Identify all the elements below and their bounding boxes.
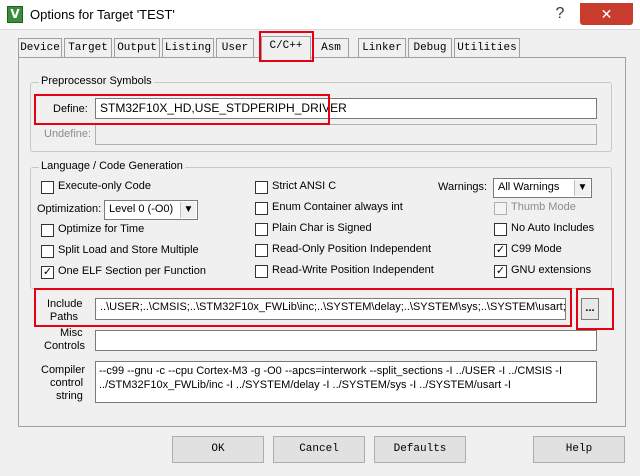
keil-app-icon: V [7, 6, 23, 23]
preprocessor-group-title: Preprocessor Symbols [39, 75, 154, 87]
enum-container-label: Enum Container always int [272, 201, 403, 213]
optimization-value: Level 0 (-O0) [109, 203, 174, 215]
include-paths-input[interactable]: ..\USER;..\CMSIS;..\STM32F10x_FWLib\inc;… [95, 298, 566, 320]
c99-mode-checkbox[interactable]: ✓ [494, 244, 507, 257]
tab-device[interactable]: Device [18, 38, 62, 58]
compiler-label-line2: control [50, 377, 84, 389]
optimize-time-label: Optimize for Time [58, 223, 145, 235]
gnu-extensions-label: GNU extensions [511, 264, 592, 276]
execute-only-label: Execute-only Code [58, 180, 151, 192]
misc-controls-input[interactable] [95, 330, 597, 351]
strict-ansi-label: Strict ANSI C [272, 180, 337, 192]
include-paths-label-line2: Paths [49, 311, 79, 323]
include-paths-label-line1: Include [47, 298, 83, 310]
tab-target[interactable]: Target [64, 38, 112, 58]
tab-linker[interactable]: Linker [358, 38, 406, 58]
tab-c-cpp[interactable]: C/C++ [261, 36, 311, 60]
one-elf-label: One ELF Section per Function [58, 265, 206, 277]
warnings-label: Warnings: [438, 181, 488, 193]
help-button[interactable]: Help [533, 436, 625, 463]
tab-strip: Device Target Output Listing User C/C++ … [18, 36, 624, 60]
compiler-control-string[interactable]: --c99 --gnu -c --cpu Cortex-M3 -g -O0 --… [95, 361, 597, 403]
define-label: Define: [53, 103, 88, 115]
chevron-down-icon: ▼ [180, 202, 196, 218]
compiler-label-line3: string [56, 390, 83, 402]
close-button[interactable]: ✕ [580, 3, 633, 25]
one-elf-checkbox[interactable]: ✓ [41, 266, 54, 279]
compiler-control-line1: --c99 --gnu -c --cpu Cortex-M3 -g -O0 --… [99, 365, 563, 377]
optimization-select[interactable]: Level 0 (-O0) ▼ [104, 200, 198, 220]
help-icon[interactable]: ? [549, 4, 571, 24]
plain-char-checkbox[interactable] [255, 223, 268, 236]
split-load-checkbox[interactable] [41, 245, 54, 258]
title-bar: V Options for Target 'TEST' ? ✕ [0, 0, 640, 30]
thumb-mode-label: Thumb Mode [511, 201, 576, 213]
split-load-label: Split Load and Store Multiple [58, 244, 199, 256]
window-title: Options for Target 'TEST' [30, 7, 175, 22]
warnings-value: All Warnings [498, 181, 560, 193]
tab-debug[interactable]: Debug [408, 38, 452, 58]
c99-mode-label: C99 Mode [511, 243, 562, 255]
tab-asm[interactable]: Asm [313, 38, 349, 58]
ropi-label: Read-Only Position Independent [272, 243, 431, 255]
define-input[interactable]: STM32F10X_HD,USE_STDPERIPH_DRIVER [95, 98, 597, 119]
enum-container-checkbox[interactable] [255, 202, 268, 215]
cancel-button[interactable]: Cancel [273, 436, 365, 463]
plain-char-label: Plain Char is Signed [272, 222, 372, 234]
strict-ansi-checkbox[interactable] [255, 181, 268, 194]
no-auto-includes-checkbox[interactable] [494, 223, 507, 236]
ropi-checkbox[interactable] [255, 244, 268, 257]
execute-only-checkbox[interactable] [41, 181, 54, 194]
optimize-time-checkbox[interactable] [41, 224, 54, 237]
no-auto-includes-label: No Auto Includes [511, 222, 595, 234]
ok-button[interactable]: OK [172, 436, 264, 463]
defaults-button[interactable]: Defaults [374, 436, 466, 463]
gnu-extensions-checkbox[interactable]: ✓ [494, 265, 507, 278]
language-group-title: Language / Code Generation [39, 160, 185, 172]
tab-output[interactable]: Output [114, 38, 160, 58]
compiler-control-line2: ../STM32F10x_FWLib/inc -I ../SYSTEM/dela… [99, 379, 511, 391]
compiler-label-line1: Compiler [41, 364, 86, 376]
misc-controls-label-line2: Controls [44, 340, 85, 352]
undefine-label: Undefine: [44, 128, 92, 140]
misc-controls-label-line1: Misc [60, 327, 83, 339]
warnings-select[interactable]: All Warnings ▼ [493, 178, 592, 198]
browse-include-paths-button[interactable]: ... [581, 298, 599, 320]
tab-listing[interactable]: Listing [162, 38, 214, 58]
tab-user[interactable]: User [216, 38, 254, 58]
optimization-label: Optimization: [37, 203, 102, 215]
tab-utilities[interactable]: Utilities [454, 38, 520, 58]
rwpi-checkbox[interactable] [255, 265, 268, 278]
thumb-mode-checkbox[interactable] [494, 202, 507, 215]
chevron-down-icon: ▼ [574, 180, 590, 196]
rwpi-label: Read-Write Position Independent [272, 264, 434, 276]
undefine-input[interactable] [95, 124, 597, 145]
